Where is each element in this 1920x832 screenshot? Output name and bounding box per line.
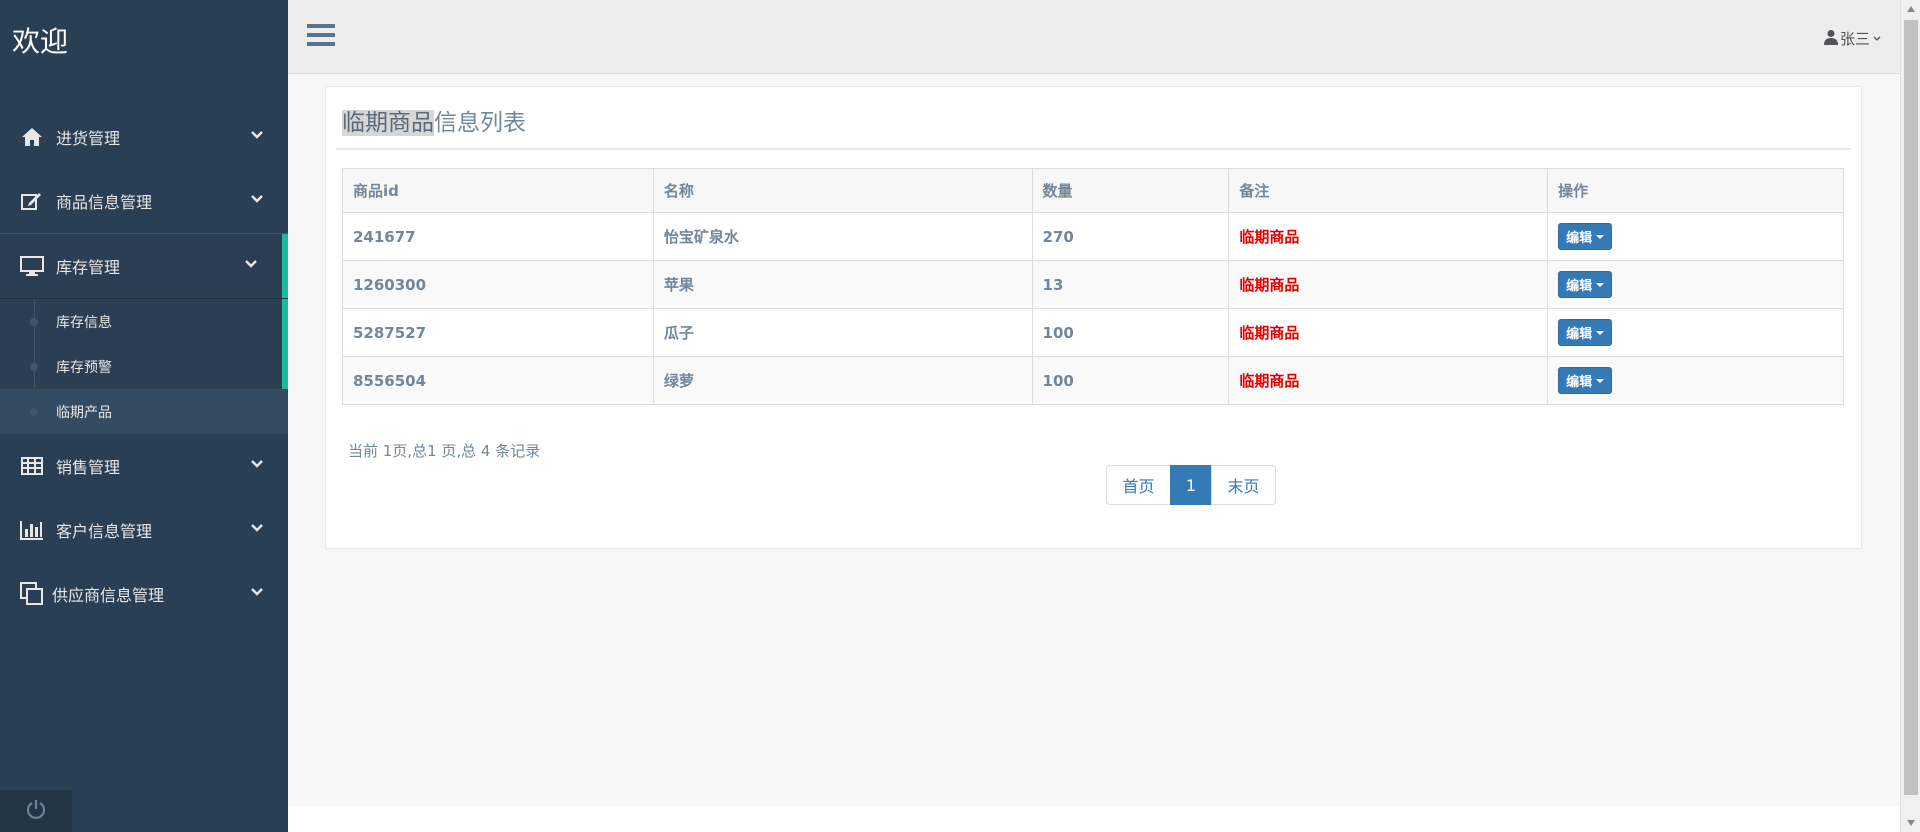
column-header-action: 操作 [1547,168,1844,213]
table-header-row: 商品id 名称 数量 备注 操作 [342,168,1844,213]
edit-button-label: 编辑 [1566,375,1593,390]
user-icon [1823,29,1838,49]
caret-down-icon [1596,330,1605,335]
bar-chart-icon [18,520,46,540]
chevron-down-icon [250,127,264,146]
cell-action: 编辑 [1547,308,1844,357]
vertical-scrollbar[interactable] [1900,0,1920,832]
cell-id: 1260300 [342,260,654,309]
edit-dropdown-button[interactable]: 编辑 [1558,223,1613,250]
cell-remark: 临期商品 [1228,308,1549,357]
column-header-id: 商品id [342,168,654,213]
last-page-button[interactable]: 末页 [1211,465,1276,505]
edit-button-label: 编辑 [1566,279,1593,294]
cell-qty: 270 [1031,212,1230,261]
table-row: 5287527 瓜子 100 临期商品 编辑 [342,308,1844,357]
cell-action: 编辑 [1547,212,1844,261]
caret-down-icon [1596,378,1605,383]
chevron-down-icon [244,256,258,275]
sidebar-item-sales[interactable]: 销售管理 [0,434,288,498]
sidebar-item-products[interactable]: 商品信息管理 [0,169,288,233]
column-header-name: 名称 [652,168,1033,213]
cell-id: 5287527 [342,308,654,357]
cell-qty: 100 [1031,308,1230,357]
desktop-icon [18,256,46,276]
chevron-down-icon [250,584,264,603]
page-title-rest: 信息列表 [434,110,526,136]
table-icon [18,457,46,475]
chevron-down-icon [250,191,264,210]
footer-strip [288,806,1900,832]
edit-dropdown-button[interactable]: 编辑 [1558,319,1613,346]
user-menu[interactable]: 张三 [1823,28,1882,49]
user-name: 张三 [1839,30,1870,48]
edit-button-label: 编辑 [1566,327,1593,342]
chevron-down-icon [1872,30,1882,48]
edit-icon [18,191,46,211]
logout-button[interactable] [0,790,72,832]
page-title-highlight: 临期商品 [342,110,434,136]
divider [336,148,1851,150]
caret-down-icon [1596,282,1605,287]
column-header-remark: 备注 [1228,168,1549,213]
edit-dropdown-button[interactable]: 编辑 [1558,367,1613,394]
cell-remark: 临期商品 [1228,260,1549,309]
submenu-item-label: 临期产品 [56,404,112,421]
table-row: 241677 怡宝矿泉水 270 临期商品 编辑 [342,212,1844,261]
submenu-item-expiring[interactable]: 临期产品 [0,389,288,434]
brand-title: 欢迎 [12,25,69,58]
sidebar-menu: 进货管理 商品信息管理 库存管理 库存信息 库存预警 临期产品 销售管理 客户信… [0,105,288,626]
scroll-up-icon[interactable] [1907,6,1915,12]
menu-toggle-button[interactable] [306,22,336,52]
scrollbar-thumb[interactable] [1904,20,1918,795]
cell-name: 苹果 [652,260,1033,309]
cell-action: 编辑 [1547,356,1844,405]
sidebar-item-purchase[interactable]: 进货管理 [0,105,288,169]
cell-name: 绿萝 [652,356,1033,405]
cell-qty: 13 [1031,260,1230,309]
pagination: 首页 1 末页 [1106,465,1276,505]
power-icon [25,798,47,824]
top-nav: 张三 [288,0,1900,74]
chevron-down-icon [250,456,264,475]
bullet-icon [30,408,38,416]
chevron-down-icon [250,520,264,539]
submenu-item-label: 库存信息 [56,314,112,331]
cell-name: 瓜子 [652,308,1033,357]
edit-button-label: 编辑 [1566,231,1593,246]
expiring-products-panel: 临期商品信息列表 商品id 名称 数量 备注 操作 241677 怡宝矿泉水 2… [325,86,1862,549]
home-icon [18,127,46,147]
cell-remark: 临期商品 [1228,356,1549,405]
cell-remark: 临期商品 [1228,212,1549,261]
caret-down-icon [1596,234,1605,239]
page-title: 临期商品信息列表 [342,103,526,137]
table-row: 8556504 绿萝 100 临期商品 编辑 [342,356,1844,405]
sidebar-item-suppliers[interactable]: 供应商信息管理 [0,562,288,626]
scroll-down-icon[interactable] [1907,820,1915,826]
submenu-item-stock-info[interactable]: 库存信息 [0,299,288,344]
sidebar-item-inventory[interactable]: 库存管理 [0,233,288,299]
bullet-icon [30,318,38,326]
sidebar: 欢迎 进货管理 商品信息管理 库存管理 库存信息 库存预警 临期产品 销售管理 … [0,0,288,832]
cell-qty: 100 [1031,356,1230,405]
cell-name: 怡宝矿泉水 [652,212,1033,261]
product-table: 商品id 名称 数量 备注 操作 241677 怡宝矿泉水 270 临期商品 编… [342,168,1844,405]
table-row: 1260300 苹果 13 临期商品 编辑 [342,260,1844,309]
cell-action: 编辑 [1547,260,1844,309]
edit-dropdown-button[interactable]: 编辑 [1558,271,1613,298]
submenu-item-label: 库存预警 [56,359,112,376]
cell-id: 8556504 [342,356,654,405]
sidebar-item-customers[interactable]: 客户信息管理 [0,498,288,562]
clone-icon [18,582,46,606]
inventory-submenu: 库存信息 库存预警 临期产品 [0,299,288,434]
submenu-item-stock-warning[interactable]: 库存预警 [0,344,288,389]
column-header-qty: 数量 [1031,168,1230,213]
cell-id: 241677 [342,212,654,261]
pagination-summary: 当前 1页,总1 页,总 4 条记录 [348,442,541,460]
bullet-icon [30,363,38,371]
page-number-button[interactable]: 1 [1170,465,1212,505]
first-page-button[interactable]: 首页 [1106,465,1171,505]
